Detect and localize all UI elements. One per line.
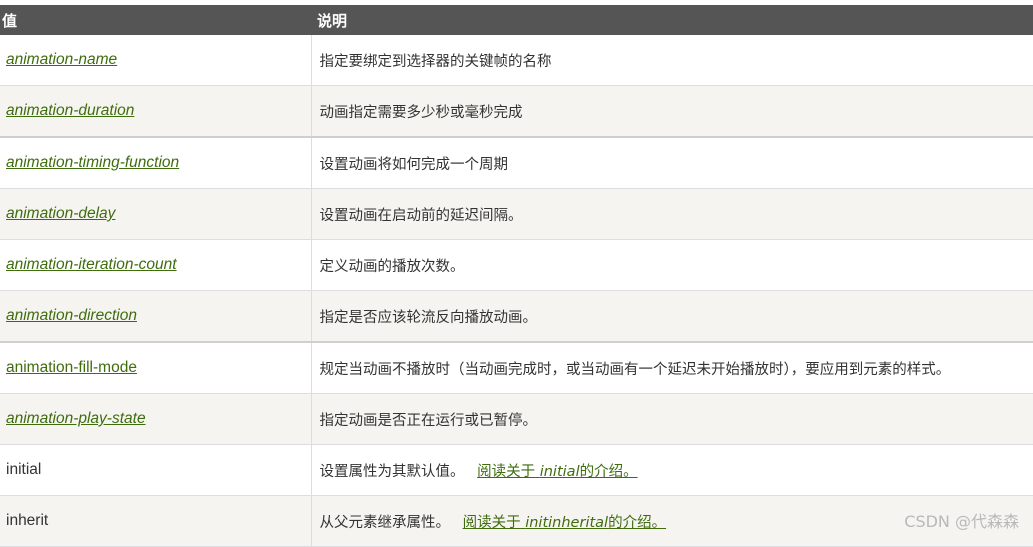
- property-description: 规定当动画不播放时（当动画完成时，或当动画有一个延迟未开始播放时），要应用到元素…: [311, 341, 1033, 394]
- property-link[interactable]: animation-direction: [6, 307, 137, 324]
- property-value: inherit: [6, 512, 49, 529]
- property-description: 定义动画的播放次数。: [311, 239, 1033, 291]
- table-row: animation-iteration-count 定义动画的播放次数。: [0, 239, 1033, 291]
- property-link[interactable]: animation-fill-mode: [6, 359, 137, 376]
- read-more-inherit-link[interactable]: 阅读关于 initinherital的介绍。: [463, 515, 666, 531]
- animation-properties-table: 值 说明 animation-name 指定要绑定到选择器的关键帧的名称 ani…: [0, 5, 1033, 547]
- table-row: inherit 从父元素继承属性。 阅读关于 initinherital的介绍。: [0, 495, 1033, 547]
- watermark: CSDN @代森森: [904, 512, 1019, 531]
- property-link[interactable]: animation-name: [6, 51, 117, 68]
- property-description: 指定要绑定到选择器的关键帧的名称: [311, 35, 1033, 86]
- read-more-initial-link[interactable]: 阅读关于 initial的介绍。: [477, 464, 637, 480]
- property-link[interactable]: animation-iteration-count: [6, 256, 177, 273]
- table-row: animation-direction 指定是否应该轮流反向播放动画。: [0, 290, 1033, 343]
- table-row: animation-delay 设置动画在启动前的延迟间隔。: [0, 188, 1033, 240]
- property-value: initial: [6, 461, 42, 478]
- table-row: animation-fill-mode 规定当动画不播放时（当动画完成时，或当动…: [0, 341, 1033, 394]
- property-description: 设置属性为其默认值。: [319, 463, 465, 480]
- table-row: animation-name 指定要绑定到选择器的关键帧的名称: [0, 35, 1033, 86]
- property-link[interactable]: animation-duration: [6, 102, 134, 119]
- table-row: animation-timing-function 设置动画将如何完成一个周期: [0, 136, 1033, 189]
- property-description: 动画指定需要多少秒或毫秒完成: [311, 85, 1033, 138]
- table-header-row: 值 说明: [0, 5, 1033, 35]
- property-description: 设置动画在启动前的延迟间隔。: [311, 188, 1033, 240]
- table-row: animation-duration 动画指定需要多少秒或毫秒完成: [0, 85, 1033, 138]
- property-description: 从父元素继承属性。: [319, 514, 451, 531]
- property-link[interactable]: animation-delay: [6, 205, 115, 222]
- table-row: animation-play-state 指定动画是否正在运行或已暂停。: [0, 393, 1033, 445]
- property-link[interactable]: animation-timing-function: [6, 154, 179, 171]
- property-link[interactable]: animation-play-state: [6, 410, 146, 427]
- property-description: 指定是否应该轮流反向播放动画。: [311, 290, 1033, 343]
- property-description: 设置动画将如何完成一个周期: [311, 136, 1033, 189]
- header-value: 值: [0, 5, 311, 35]
- header-description: 说明: [311, 5, 1033, 35]
- property-description: 指定动画是否正在运行或已暂停。: [311, 393, 1033, 445]
- table-row: initial 设置属性为其默认值。 阅读关于 initial的介绍。: [0, 444, 1033, 496]
